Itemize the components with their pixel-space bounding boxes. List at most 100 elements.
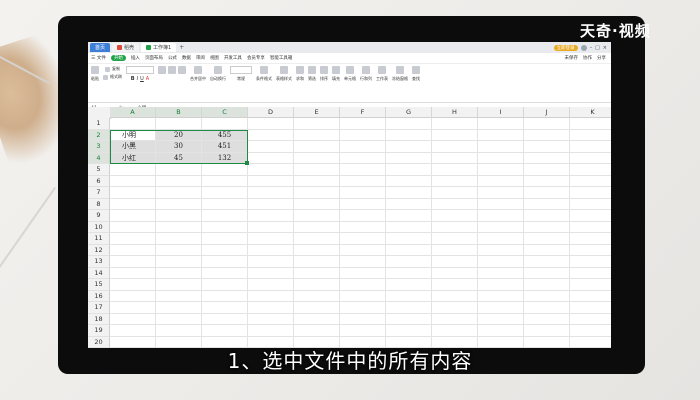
- row-header-10[interactable]: 10: [88, 221, 110, 233]
- wrap-button[interactable]: 自动换行: [210, 66, 226, 82]
- cell-g6[interactable]: [386, 175, 432, 187]
- cell-k3[interactable]: [570, 141, 611, 153]
- row-header-3[interactable]: 3: [88, 141, 110, 153]
- cell-c15[interactable]: [202, 279, 248, 291]
- cell-j8[interactable]: [524, 198, 570, 210]
- cell-c1[interactable]: [202, 118, 248, 130]
- cell-i6[interactable]: [478, 175, 524, 187]
- cell-f15[interactable]: [340, 279, 386, 291]
- cell-e16[interactable]: [294, 290, 340, 302]
- align-icon[interactable]: [158, 66, 166, 74]
- cell-b13[interactable]: [156, 256, 202, 268]
- cell-g7[interactable]: [386, 187, 432, 199]
- freeze-button[interactable]: 冻结窗格: [392, 66, 408, 82]
- cell-k7[interactable]: [570, 187, 611, 199]
- cell-h11[interactable]: [432, 233, 478, 245]
- menu-item-layout[interactable]: 页面布局: [145, 55, 163, 61]
- cell-j19[interactable]: [524, 325, 570, 337]
- conditional-format-button[interactable]: 条件格式: [256, 66, 272, 82]
- maximize-icon[interactable]: □: [595, 45, 600, 51]
- cell-i4[interactable]: [478, 152, 524, 164]
- cell-f16[interactable]: [340, 290, 386, 302]
- cell-g19[interactable]: [386, 325, 432, 337]
- cell-d1[interactable]: [248, 118, 294, 130]
- cell-i3[interactable]: [478, 141, 524, 153]
- cell-a11[interactable]: [110, 233, 156, 245]
- cell-d13[interactable]: [248, 256, 294, 268]
- cell-j3[interactable]: [524, 141, 570, 153]
- cell-b7[interactable]: [156, 187, 202, 199]
- cell-e13[interactable]: [294, 256, 340, 268]
- cell-b1[interactable]: [156, 118, 202, 130]
- cell-k16[interactable]: [570, 291, 611, 302]
- cell-a14[interactable]: [110, 267, 156, 279]
- cell-a17[interactable]: [110, 302, 156, 314]
- italic-icon[interactable]: I: [137, 76, 138, 82]
- cell-g16[interactable]: [386, 290, 432, 302]
- menu-item-tools[interactable]: 智能工具箱: [270, 55, 293, 61]
- cell-c7[interactable]: [202, 187, 248, 199]
- cell-h10[interactable]: [432, 221, 478, 233]
- cell-k2[interactable]: [570, 130, 611, 141]
- row-header-2[interactable]: 2: [88, 129, 110, 141]
- cell-f9[interactable]: [340, 210, 386, 222]
- cell-d7[interactable]: [248, 187, 294, 199]
- menu-item-review[interactable]: 审阅: [196, 55, 205, 61]
- cell-h6[interactable]: [432, 175, 478, 187]
- row-header-5[interactable]: 5: [88, 164, 110, 176]
- copy-icon[interactable]: [105, 66, 110, 72]
- cell-j9[interactable]: [524, 210, 570, 222]
- cell-d10[interactable]: [248, 221, 294, 233]
- cell-j12[interactable]: [524, 244, 570, 256]
- row-header-7[interactable]: 7: [88, 187, 110, 199]
- row-header-12[interactable]: 12: [88, 244, 110, 256]
- row-header-16[interactable]: 16: [88, 290, 110, 302]
- cell-j15[interactable]: [524, 279, 570, 291]
- cell-a4[interactable]: 小红: [110, 152, 156, 164]
- cell-h12[interactable]: [432, 244, 478, 256]
- cell-f19[interactable]: [340, 325, 386, 337]
- cell-d18[interactable]: [248, 313, 294, 325]
- cell-g10[interactable]: [386, 221, 432, 233]
- cell-d5[interactable]: [248, 164, 294, 176]
- cell-j13[interactable]: [524, 256, 570, 268]
- column-header-d[interactable]: D: [248, 107, 294, 118]
- row-header-14[interactable]: 14: [88, 267, 110, 279]
- cell-i14[interactable]: [478, 267, 524, 279]
- worksheet-button[interactable]: 工作表: [376, 66, 388, 82]
- minimize-icon[interactable]: –: [590, 45, 593, 51]
- cell-i15[interactable]: [478, 279, 524, 291]
- cell-g9[interactable]: [386, 210, 432, 222]
- cell-d16[interactable]: [248, 290, 294, 302]
- cell-f13[interactable]: [340, 256, 386, 268]
- cell-f5[interactable]: [340, 164, 386, 176]
- cell-e2[interactable]: [294, 129, 340, 141]
- cell-e6[interactable]: [294, 175, 340, 187]
- cell-a8[interactable]: [110, 198, 156, 210]
- column-header-f[interactable]: F: [340, 107, 386, 118]
- close-icon[interactable]: ×: [603, 45, 607, 51]
- cell-d3[interactable]: [248, 141, 294, 153]
- cell-k15[interactable]: [570, 279, 611, 291]
- cell-e3[interactable]: [294, 141, 340, 153]
- font-select[interactable]: [126, 66, 154, 74]
- cell-b15[interactable]: [156, 279, 202, 291]
- cell-b11[interactable]: [156, 233, 202, 245]
- cell-c3[interactable]: 451: [202, 141, 248, 153]
- menu-item-start[interactable]: 开始: [110, 55, 126, 61]
- cell-e12[interactable]: [294, 244, 340, 256]
- cell-d11[interactable]: [248, 233, 294, 245]
- cell-g17[interactable]: [386, 302, 432, 314]
- cell-k8[interactable]: [570, 199, 611, 210]
- cell-b18[interactable]: [156, 313, 202, 325]
- cell-f18[interactable]: [340, 313, 386, 325]
- collaborate-button[interactable]: 协作: [583, 55, 592, 61]
- cell-c6[interactable]: [202, 175, 248, 187]
- cell-h15[interactable]: [432, 279, 478, 291]
- cell-k4[interactable]: [570, 153, 611, 164]
- cell-k5[interactable]: [570, 164, 611, 176]
- cell-e4[interactable]: [294, 152, 340, 164]
- login-button[interactable]: 立即登录: [553, 44, 578, 51]
- cell-a16[interactable]: [110, 290, 156, 302]
- cell-b12[interactable]: [156, 244, 202, 256]
